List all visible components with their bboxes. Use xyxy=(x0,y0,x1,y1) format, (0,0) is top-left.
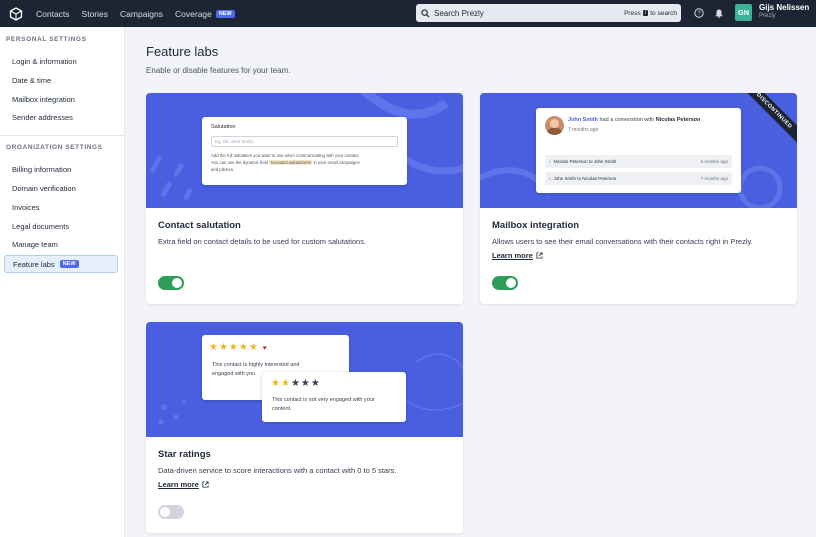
chevron-right-icon: › xyxy=(549,159,551,164)
salutation-help: Add the full salutation you want to use … xyxy=(211,152,401,173)
learn-more-link[interactable]: Learn more xyxy=(158,480,209,489)
five-star-rating: ★★★★★ ♥ xyxy=(209,342,268,353)
avatar[interactable]: GN xyxy=(735,4,752,21)
mailbox-preview: John Smith had a converstion with Nicola… xyxy=(536,108,741,193)
nav-coverage-label: Coverage xyxy=(175,8,212,19)
personal-settings-heading: PERSONAL SETTINGS xyxy=(6,36,87,43)
sidebar-item-domain-verification[interactable]: Domain verification xyxy=(12,184,76,193)
search-icon xyxy=(421,8,430,18)
hint-to-search: to search xyxy=(650,9,677,17)
card-description: Data-driven service to score interaction… xyxy=(158,466,397,475)
heart-icon: ♥ xyxy=(262,345,268,352)
salutation-preview: Salutation Eg. Mr. John Smith Add the fu… xyxy=(202,117,407,185)
help-text: You can use the dynamic field xyxy=(211,160,268,165)
card-description: Allows users to see their email conversa… xyxy=(492,237,753,246)
rating-description: This contact is not very engaged with yo… xyxy=(272,396,375,414)
filled-star-icons: ★★ xyxy=(271,378,291,389)
other-contact-name: Nicolas Peterson xyxy=(655,117,701,123)
hint-key: / xyxy=(642,10,649,16)
link-label: Learn more xyxy=(158,480,199,489)
sidebar-item-mailbox[interactable]: Mailbox integration xyxy=(12,95,75,104)
external-link-icon xyxy=(202,481,209,488)
sidebar-item-invoices[interactable]: Invoices xyxy=(12,203,40,212)
row-time: 6 months ago xyxy=(700,159,728,164)
sidebar-item-label: Feature labs xyxy=(13,259,55,269)
hint-press: Press xyxy=(624,9,641,17)
sidebar-item-date-time[interactable]: Date & time xyxy=(12,76,51,85)
row-text: Nicolas Peterson to John Smith xyxy=(553,159,617,164)
feature-illustration: ★★★★★ ♥ This contact is highly intereste… xyxy=(146,322,463,437)
rating-text: This contact is highly interested and xyxy=(212,362,300,368)
row-time: 7 months ago xyxy=(700,176,728,181)
help-icon[interactable]: ? xyxy=(693,7,705,19)
rating-card-low: ★★★★★ This contact is not very engaged w… xyxy=(262,372,406,422)
contact-name: John Smith xyxy=(568,117,598,123)
sidebar-item-manage-team[interactable]: Manage team xyxy=(12,240,58,249)
card-title: Contact salutation xyxy=(158,220,241,231)
mailbox-integration-toggle[interactable] xyxy=(492,276,518,290)
help-line-2: You can use the dynamic field %contact.s… xyxy=(211,159,401,166)
card-title: Star ratings xyxy=(158,449,211,460)
empty-star-icons: ★★★ xyxy=(290,378,321,389)
sidebar-item-feature-labs[interactable]: Feature labs NEW xyxy=(4,255,118,273)
toggle-knob xyxy=(160,507,170,517)
feature-card-mailbox-integration: John Smith had a converstion with Nicola… xyxy=(480,93,797,304)
sidebar-item-billing[interactable]: Billing information xyxy=(12,165,71,174)
search-placeholder: Search Prezly xyxy=(434,8,484,18)
conversation-row: › Nicolas Peterson to John Smith 6 month… xyxy=(545,155,732,168)
toggle-knob xyxy=(506,278,516,288)
conversation-row: › John Smith to Nicolas Peterson 7 month… xyxy=(545,172,732,185)
external-link-icon xyxy=(536,252,543,259)
sidebar-item-sender-addresses[interactable]: Sender addresses xyxy=(12,113,73,122)
salutation-field: Eg. Mr. John Smith xyxy=(211,136,398,147)
help-text: in your email campaigns xyxy=(313,160,360,165)
card-title: Mailbox integration xyxy=(492,220,580,231)
toggle-knob xyxy=(172,278,182,288)
conversation-action: had a converstion with xyxy=(599,117,655,123)
user-name[interactable]: Gijs Nelissen xyxy=(759,3,809,12)
star-ratings-toggle[interactable] xyxy=(158,505,184,519)
help-line-3: and pitches. xyxy=(211,167,235,172)
salutation-label: Salutation xyxy=(211,124,236,130)
feature-illustration: John Smith had a converstion with Nicola… xyxy=(480,93,797,208)
feature-card-contact-salutation: Salutation Eg. Mr. John Smith Add the fu… xyxy=(146,93,463,304)
link-label: Learn more xyxy=(492,251,533,260)
nav-campaigns[interactable]: Campaigns xyxy=(120,9,163,19)
organization-settings-heading: ORGANIZATION SETTINGS xyxy=(6,144,103,151)
sidebar-item-legal-documents[interactable]: Legal documents xyxy=(12,222,69,231)
row-text: John Smith to Nicolas Peterson xyxy=(553,176,617,181)
new-badge: NEW xyxy=(59,260,79,268)
bell-icon[interactable] xyxy=(713,7,725,19)
learn-more-link[interactable]: Learn more xyxy=(492,251,543,260)
star-icons: ★★★★★ xyxy=(209,342,259,353)
search-input[interactable]: Search Prezly Press / to search xyxy=(416,4,681,22)
settings-sidebar: PERSONAL SETTINGS Login & information Da… xyxy=(0,27,125,537)
conversation-summary: John Smith had a converstion with Nicola… xyxy=(568,117,700,123)
contact-salutation-toggle[interactable] xyxy=(158,276,184,290)
rating-text: content. xyxy=(272,406,292,412)
user-organization: Prezly xyxy=(759,13,776,19)
feature-card-star-ratings: ★★★★★ ♥ This contact is highly intereste… xyxy=(146,322,463,533)
rating-text: This contact is not very engaged with yo… xyxy=(272,397,375,403)
search-shortcut-hint: Press / to search xyxy=(624,10,677,17)
page-subtitle: Enable or disable features for your team… xyxy=(146,66,291,75)
contact-avatar xyxy=(545,116,564,135)
card-description: Extra field on contact details to be use… xyxy=(158,237,367,246)
feature-illustration: Salutation Eg. Mr. John Smith Add the fu… xyxy=(146,93,463,208)
prezly-logo-icon[interactable] xyxy=(8,6,24,22)
sidebar-divider xyxy=(0,135,124,136)
sidebar-item-login[interactable]: Login & information xyxy=(12,57,77,66)
nav-stories[interactable]: Stories xyxy=(82,9,108,19)
conversation-time: 7 months ago xyxy=(568,127,599,133)
nav-contacts[interactable]: Contacts xyxy=(36,9,70,19)
page-title: Feature labs xyxy=(146,44,219,59)
chevron-right-icon: › xyxy=(549,176,551,181)
help-line-1: Add the full salutation you want to use … xyxy=(211,153,360,158)
two-star-rating: ★★★★★ xyxy=(271,378,321,389)
new-badge: NEW xyxy=(215,9,235,18)
dynamic-field-token: %contact.salutation% xyxy=(269,160,313,165)
nav-coverage[interactable]: Coverage NEW xyxy=(175,9,235,19)
